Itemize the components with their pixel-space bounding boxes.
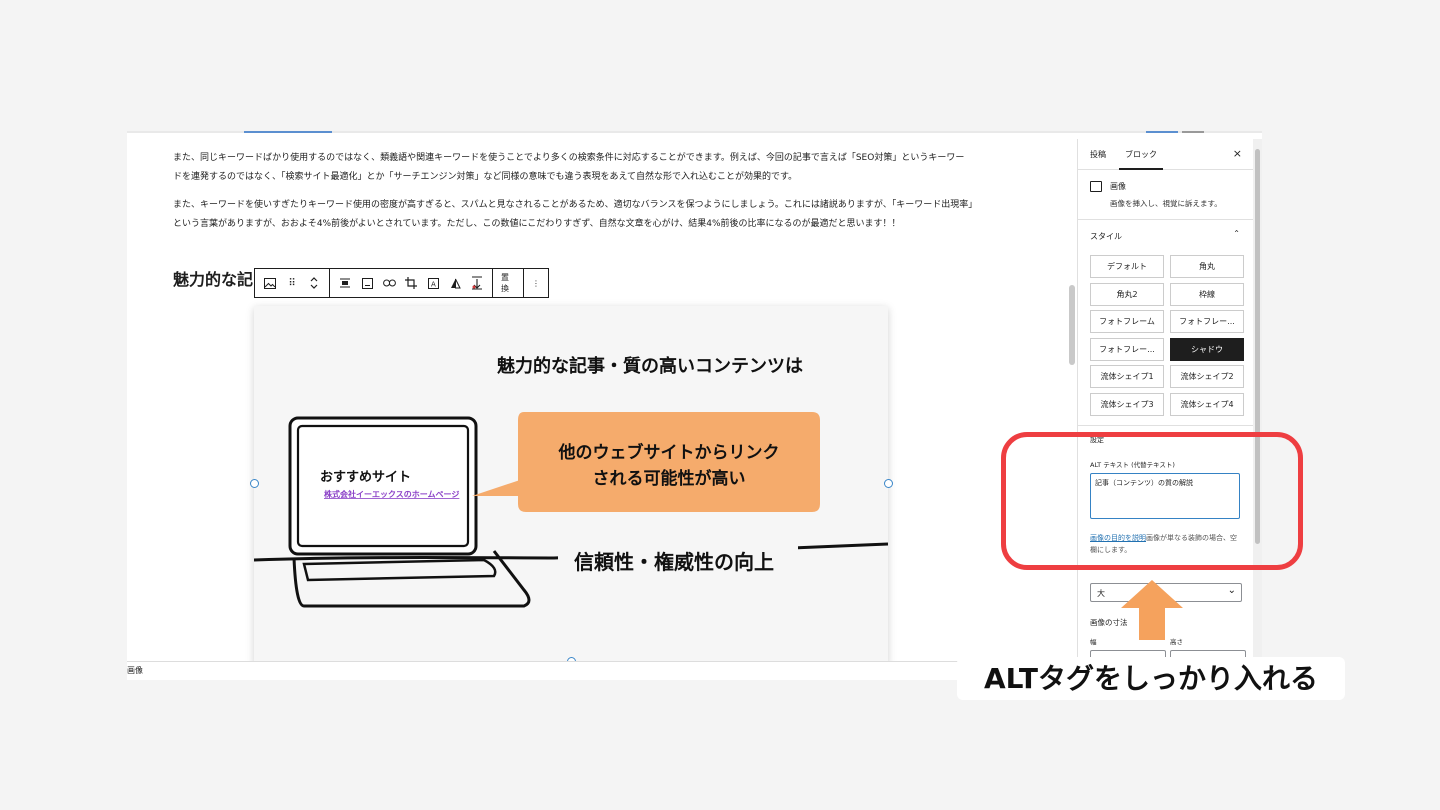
resize-handle-left[interactable] [250,479,259,488]
up-arrow-icon [1121,580,1183,640]
style-rounded[interactable]: 角丸 [1170,255,1244,278]
block-toolbar: ⠿ A 置換 ⋮ [254,268,549,298]
image-icon [1090,181,1102,192]
style-default[interactable]: デフォルト [1090,255,1164,278]
tab-post[interactable]: 投稿 [1090,149,1106,160]
divider [1078,219,1254,220]
block-breadcrumb: 画像 [127,661,1077,680]
toolbar-group-more: ⋮ [524,269,548,297]
editor-scrollbar[interactable] [1069,285,1075,365]
speech-bubble-tail [472,480,520,496]
block-title: 画像 [1110,182,1126,191]
text-overlay-icon[interactable]: A [422,270,444,296]
close-icon[interactable]: × [1233,147,1242,160]
style-fluid-4[interactable]: 流体シェイプ4 [1170,392,1244,416]
drag-icon[interactable]: ⠿ [281,270,303,296]
article-illustration: 魅力的な記事・質の高いコンテンツは おすすめサイト 株式会社イーエックスのホーム… [253,355,889,608]
laptop-keyboard [302,558,497,582]
bottom-label: 信頼性・権威性の向上 [574,550,774,574]
crop-icon[interactable] [400,270,422,296]
style-fluid-1[interactable]: 流体シェイプ1 [1090,365,1164,388]
toolbar-group-block: ⠿ [255,269,330,297]
style-photo-frame-2[interactable]: フォトフレー... [1170,310,1244,333]
illustration-title: 魅力的な記事・質の高いコンテンツは [497,355,803,377]
style-photo-frame-3[interactable]: フォトフレー... [1090,337,1164,361]
tab-indicator [244,131,332,133]
paragraph-block[interactable]: また、同じキーワードばかり使用するのではなく、類義語や関連キーワードを使うことで… [173,149,973,187]
annotation-caption: ALTタグをしっかり入れる [957,657,1345,700]
resize-handle-right[interactable] [884,479,893,488]
laptop-link: 株式会社イーエックスのホームページ [324,489,459,499]
more-options-icon[interactable]: ⋮ [528,279,544,288]
sidebar-scrollbar[interactable] [1253,139,1262,661]
block-description: 画像を挿入し、視覚に訴えます。 [1110,199,1222,208]
toolbar-group-tools: A [330,269,493,297]
image-block[interactable]: 魅力的な記事・質の高いコンテンツは おすすめサイト 株式会社イーエックスのホーム… [253,306,889,661]
svg-text:A: A [431,280,436,288]
tab-indicator [1182,131,1204,133]
styles-heading[interactable]: スタイル [1090,231,1122,242]
divider [1078,425,1254,426]
chevron-up-icon[interactable]: ⌃ [1233,229,1240,238]
editor-canvas[interactable]: また、同じキーワードばかり使用するのではなく、類義語や関連キーワードを使うことで… [127,139,1077,661]
paragraph-block[interactable]: また、キーワードを使いすぎたりキーワード使用の密度が高すぎると、スパムと見なされ… [173,196,973,234]
style-fluid-2[interactable]: 流体シェイプ2 [1170,365,1244,388]
heading-block[interactable]: 魅力的な記 [173,266,253,290]
top-border [127,131,1262,133]
style-border[interactable]: 枠線 [1170,282,1244,306]
style-photo-frame[interactable]: フォトフレーム [1090,310,1164,333]
style-rounded-2[interactable]: 角丸2 [1090,282,1164,306]
width-label: 幅 [1090,638,1097,646]
style-shadow[interactable]: シャドウ [1170,337,1244,361]
tab-indicator [1146,131,1178,133]
link-icon[interactable] [378,270,400,296]
caption-icon[interactable] [356,270,378,296]
bubble-line-2: される可能性が高い [593,468,746,489]
laptop-screen-inner [296,424,470,548]
block-card: 画像 画像を挿入し、視覚に訴えます。 [1090,181,1222,209]
style-grid: デフォルト 角丸 角丸2 枠線 フォトフレーム フォトフレー... フォトフレー… [1090,255,1244,416]
highlight-box [1001,432,1303,570]
duotone-icon[interactable] [444,270,466,296]
align-icon[interactable] [334,270,356,296]
tab-block[interactable]: ブロック [1119,149,1163,170]
move-updown-icon[interactable] [303,270,325,296]
breadcrumb-image[interactable]: 画像 [127,666,143,675]
replace-button[interactable]: 置換 [497,272,519,294]
sidebar-tabs: 投稿 ブロック × [1078,139,1254,170]
image-icon[interactable] [259,270,281,296]
style-fluid-3[interactable]: 流体シェイプ3 [1090,392,1164,416]
laptop-title: おすすめサイト [320,470,411,485]
upload-icon[interactable] [466,270,488,296]
toolbar-group-replace: 置換 [493,269,524,297]
bubble-line-1: 他のウェブサイトからリンク [558,442,780,463]
